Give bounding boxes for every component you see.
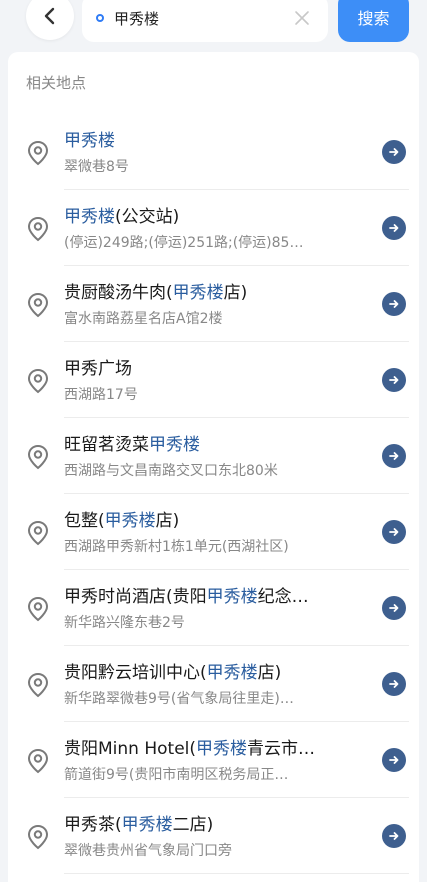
place-address: 西湖路与文昌南路交叉口东北80米: [64, 463, 278, 479]
arrow-right-icon: [389, 452, 399, 460]
name-highlight: 甲秀楼: [206, 587, 258, 607]
location-pin-icon: [27, 748, 49, 774]
location-dot-icon: [96, 14, 104, 22]
place-address: 新华路翠微巷9号(省气象局往里走)…: [64, 691, 294, 707]
place-name: 贵厨酸汤牛肉(甲秀楼店): [64, 278, 368, 303]
name-highlight: 甲秀楼: [196, 739, 248, 759]
location-pin-icon: [27, 216, 49, 242]
location-pin-icon: [27, 672, 49, 698]
name-text: 贵阳Minn Hotel(: [64, 739, 197, 759]
name-text: 甲秀时尚酒店(贵阳: [64, 587, 207, 607]
name-text: 店): [155, 511, 180, 531]
list-item[interactable]: 甲秀楼 翠微巷8号: [8, 114, 419, 190]
list-item[interactable]: 甲秀茶(甲秀楼二店) 翠微巷贵州省气象局门口旁: [8, 798, 419, 874]
results-list: 甲秀楼 翠微巷8号 甲秀楼(公交站) (停运)249路;(停运)251路;(停运…: [8, 114, 419, 874]
place-address: 西湖路17号: [64, 387, 138, 403]
navigate-button[interactable]: [382, 368, 406, 392]
list-item[interactable]: 贵厨酸汤牛肉(甲秀楼店) 富水南路荔星名店A馆2楼: [8, 266, 419, 342]
place-name: 旺留茗烫菜甲秀楼: [64, 430, 368, 455]
name-text: 纪念…: [257, 587, 309, 607]
place-address: 翠微巷贵州省气象局门口旁: [64, 843, 232, 859]
list-item[interactable]: 甲秀楼(公交站) (停运)249路;(停运)251路;(停运)85…: [8, 190, 419, 266]
name-text: 贵厨酸汤牛肉(: [64, 283, 173, 303]
place-name: 包整(甲秀楼店): [64, 506, 368, 531]
name-text: 二店): [172, 815, 214, 835]
results-panel: 相关地点 甲秀楼 翠微巷8号 甲秀楼(公交站) (停运)249路;(停运)251…: [8, 52, 419, 882]
place-name: 甲秀广场: [64, 354, 368, 379]
arrow-right-icon: [389, 300, 399, 308]
name-text: (公交站): [115, 207, 180, 227]
place-address: (停运)249路;(停运)251路;(停运)85…: [64, 235, 304, 251]
top-bar: 甲秀楼 搜索: [0, 0, 427, 52]
place-name: 甲秀茶(甲秀楼二店): [64, 810, 368, 835]
search-button[interactable]: 搜索: [338, 0, 409, 42]
navigate-button[interactable]: [382, 824, 406, 848]
name-highlight: 甲秀楼: [172, 283, 224, 303]
list-item[interactable]: 甲秀广场 西湖路17号: [8, 342, 419, 418]
name-text: 旺留茗烫菜: [64, 435, 149, 455]
navigate-button[interactable]: [382, 748, 406, 772]
place-address: 箭道街9号(贵阳市南明区税务局正…: [64, 767, 289, 783]
name-highlight: 甲秀楼: [206, 663, 258, 683]
list-item[interactable]: 旺留茗烫菜甲秀楼 西湖路与文昌南路交叉口东北80米: [8, 418, 419, 494]
list-item[interactable]: 甲秀时尚酒店(贵阳甲秀楼纪念… 新华路兴隆东巷2号: [8, 570, 419, 646]
arrow-right-icon: [389, 832, 399, 840]
place-name: 贵阳Minn Hotel(甲秀楼青云市…: [64, 734, 368, 759]
list-item[interactable]: 贵阳黔云培训中心(甲秀楼店) 新华路翠微巷9号(省气象局往里走)…: [8, 646, 419, 722]
name-highlight: 甲秀楼: [149, 435, 200, 455]
name-text: 甲秀广场: [64, 359, 132, 379]
name-text: 青云市…: [247, 739, 316, 759]
back-button[interactable]: [26, 0, 74, 40]
location-pin-icon: [27, 368, 49, 394]
name-highlight: 甲秀楼: [64, 207, 115, 227]
location-pin-icon: [27, 824, 49, 850]
place-address: 新华路兴隆东巷2号: [64, 615, 185, 631]
navigate-button[interactable]: [382, 216, 406, 240]
name-text: 店): [257, 663, 282, 683]
list-item[interactable]: 贵阳Minn Hotel(甲秀楼青云市… 箭道街9号(贵阳市南明区税务局正…: [8, 722, 419, 798]
navigate-button[interactable]: [382, 292, 406, 316]
search-input[interactable]: 甲秀楼: [82, 0, 328, 42]
arrow-right-icon: [389, 604, 399, 612]
arrow-right-icon: [389, 224, 399, 232]
place-address: 西湖路甲秀新村1栋1单元(西湖社区): [64, 539, 289, 555]
name-highlight: 甲秀楼: [121, 815, 173, 835]
arrow-right-icon: [389, 528, 399, 536]
location-pin-icon: [27, 596, 49, 622]
arrow-right-icon: [389, 376, 399, 384]
place-address: 翠微巷8号: [64, 159, 129, 175]
navigate-button[interactable]: [382, 520, 406, 544]
name-text: 甲秀茶(: [64, 815, 122, 835]
location-pin-icon: [27, 140, 49, 166]
name-text: 包整(: [64, 511, 105, 531]
location-pin-icon: [27, 292, 49, 318]
place-address: 富水南路荔星名店A馆2楼: [64, 311, 223, 327]
arrow-right-icon: [389, 148, 399, 156]
section-title: 相关地点: [26, 74, 87, 92]
name-highlight: 甲秀楼: [104, 511, 156, 531]
arrow-right-icon: [389, 680, 399, 688]
navigate-button[interactable]: [382, 140, 406, 164]
arrow-right-icon: [389, 756, 399, 764]
name-text: 店): [223, 283, 248, 303]
place-name: 甲秀楼(公交站): [64, 202, 368, 227]
location-pin-icon: [27, 444, 49, 470]
divider: [64, 873, 409, 874]
list-item[interactable]: 包整(甲秀楼店) 西湖路甲秀新村1栋1单元(西湖社区): [8, 494, 419, 570]
place-name: 贵阳黔云培训中心(甲秀楼店): [64, 658, 368, 683]
clear-icon[interactable]: [292, 8, 312, 28]
place-name: 甲秀楼: [64, 126, 368, 151]
place-name: 甲秀时尚酒店(贵阳甲秀楼纪念…: [64, 582, 368, 607]
name-highlight: 甲秀楼: [64, 131, 115, 151]
navigate-button[interactable]: [382, 672, 406, 696]
location-pin-icon: [27, 520, 49, 546]
name-text: 贵阳黔云培训中心(: [64, 663, 207, 683]
chevron-left-icon: [44, 7, 55, 25]
navigate-button[interactable]: [382, 596, 406, 620]
search-input-value[interactable]: 甲秀楼: [114, 8, 292, 29]
navigate-button[interactable]: [382, 444, 406, 468]
